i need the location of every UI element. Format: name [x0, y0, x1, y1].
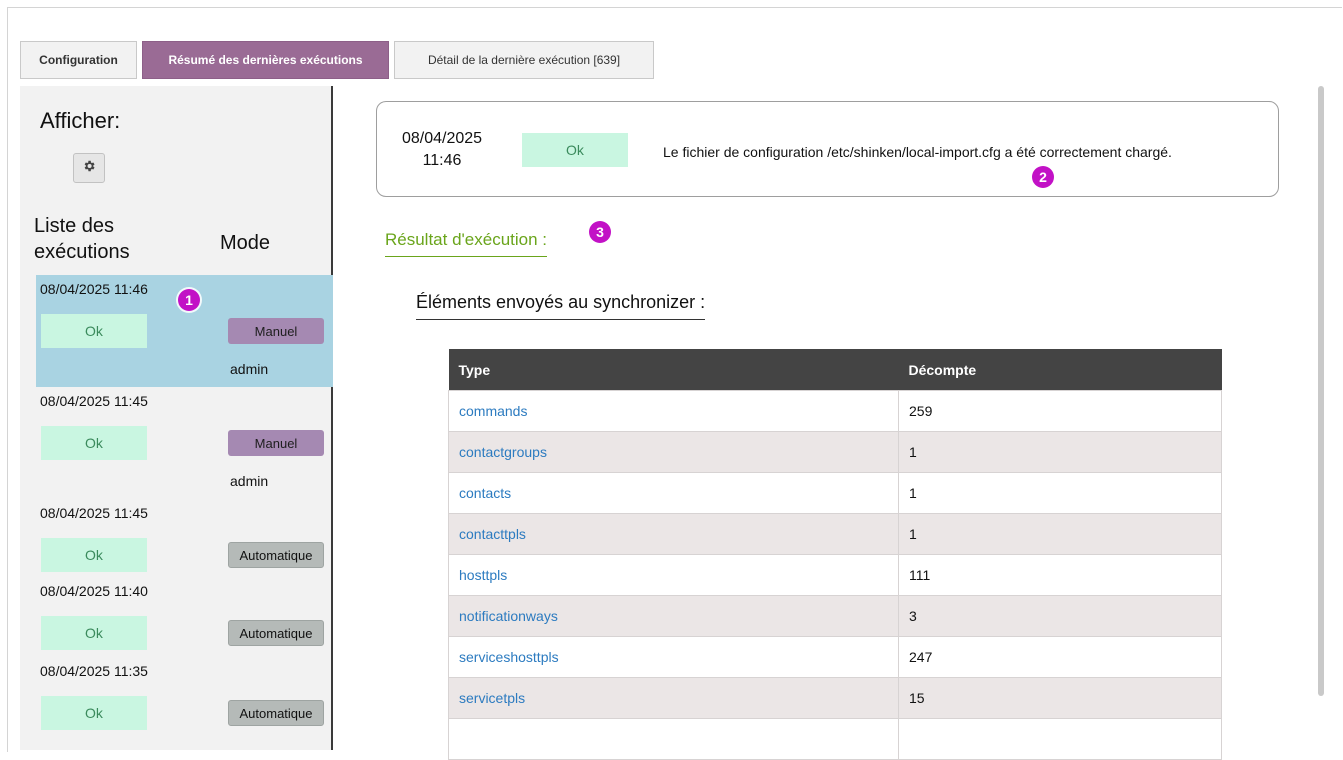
tab-summary-active[interactable]: Résumé des dernières exécutions — [142, 41, 389, 79]
column-header-executions-line2: exécutions — [34, 241, 130, 263]
column-header-executions-line1: Liste des — [34, 215, 115, 237]
execution-user: admin — [230, 473, 269, 489]
last-execution-summary-card: 08/04/2025 11:46 Ok Le fichier de config… — [376, 101, 1279, 197]
execution-datetime: 08/04/2025 11:35 — [40, 663, 148, 679]
table-row-partial — [448, 718, 1222, 760]
type-link[interactable]: notificationways — [459, 608, 558, 624]
execution-status-badge[interactable]: Ok — [41, 314, 147, 348]
table-row: commands 259 — [448, 390, 1222, 432]
type-count: 3 — [898, 595, 1222, 637]
type-count: 15 — [898, 677, 1222, 719]
display-label: Afficher: — [40, 108, 121, 133]
execution-mode-badge: Automatique — [228, 542, 324, 568]
execution-datetime: 08/04/2025 11:40 — [40, 583, 148, 599]
column-header-mode: Mode — [220, 232, 271, 254]
execution-item[interactable]: 08/04/2025 11:45 Ok Automatique — [36, 499, 333, 577]
type-link[interactable]: contacts — [459, 485, 511, 501]
column-header-executions: Liste des exécutions — [34, 213, 184, 265]
type-count: 1 — [898, 513, 1222, 555]
type-link[interactable]: contactgroups — [459, 444, 547, 460]
type-count: 247 — [898, 636, 1222, 678]
execution-mode-badge: Automatique — [228, 700, 324, 726]
table-row: hosttpls 111 — [448, 554, 1222, 596]
type-count: 1 — [898, 472, 1222, 514]
table-row: servicetpls 15 — [448, 677, 1222, 719]
callout-marker-3: 3 — [589, 221, 611, 243]
table-row: notificationways 3 — [448, 595, 1222, 637]
gear-icon — [82, 159, 96, 178]
execution-mode-badge: Manuel — [228, 430, 324, 456]
execution-datetime: 08/04/2025 11:45 — [40, 393, 148, 409]
main-panel: 08/04/2025 11:46 Ok Le fichier de config… — [333, 86, 1295, 760]
callout-marker-1: 1 — [178, 289, 200, 311]
execution-item[interactable]: 08/04/2025 11:35 Ok Automatique — [36, 657, 333, 750]
display-settings-button[interactable] — [73, 153, 105, 183]
type-link[interactable]: commands — [459, 403, 527, 419]
executions-sidebar: Afficher: Liste des exécutions Mode 08/0… — [20, 86, 333, 750]
vertical-scrollbar[interactable] — [1318, 86, 1324, 696]
type-count: 1 — [898, 431, 1222, 473]
type-link[interactable]: contacttpls — [459, 526, 526, 542]
tab-configuration[interactable]: Configuration — [20, 41, 137, 79]
execution-mode-badge: Manuel — [228, 318, 324, 344]
type-link[interactable]: serviceshosttpls — [459, 649, 559, 665]
elements-sent-title: Éléments envoyés au synchronizer : — [416, 292, 706, 320]
execution-status-badge[interactable]: Ok — [41, 696, 147, 730]
elements-count-table: Type Décompte commands 259 contactgroups… — [448, 349, 1222, 760]
table-row: contacttpls 1 — [448, 513, 1222, 555]
execution-user: admin — [230, 361, 269, 377]
table-header-row: Type Décompte — [448, 349, 1222, 391]
summary-status-badge: Ok — [522, 133, 628, 167]
table-row: contactgroups 1 — [448, 431, 1222, 473]
execution-status-badge[interactable]: Ok — [41, 426, 147, 460]
execution-item[interactable]: 08/04/2025 11:45 Ok Manuel admin — [36, 387, 333, 499]
type-count: 259 — [898, 390, 1222, 432]
execution-status-badge[interactable]: Ok — [41, 616, 147, 650]
execution-status-badge[interactable]: Ok — [41, 538, 147, 572]
callout-marker-2: 2 — [1032, 166, 1054, 188]
summary-message: Le fichier de configuration /etc/shinken… — [663, 144, 1172, 160]
type-link[interactable]: hosttpls — [459, 567, 507, 583]
summary-datetime: 08/04/2025 11:46 — [397, 128, 487, 172]
execution-datetime: 08/04/2025 11:46 — [40, 281, 148, 297]
execution-item[interactable]: 08/04/2025 11:40 Ok Automatique — [36, 577, 333, 657]
column-header-type: Type — [448, 349, 899, 391]
summary-time: 11:46 — [422, 152, 462, 169]
column-header-count: Décompte — [898, 349, 1222, 391]
summary-date: 08/04/2025 — [401, 130, 483, 147]
type-count: 111 — [898, 554, 1222, 596]
tab-last-execution-detail[interactable]: Détail de la dernière exécution [639] — [394, 41, 654, 79]
execution-mode-badge: Automatique — [228, 620, 324, 646]
table-row: serviceshosttpls 247 — [448, 636, 1222, 678]
table-row: contacts 1 — [448, 472, 1222, 514]
type-link[interactable]: servicetpls — [459, 690, 525, 706]
execution-datetime: 08/04/2025 11:45 — [40, 505, 148, 521]
execution-result-title: Résultat d'exécution : — [385, 230, 548, 257]
